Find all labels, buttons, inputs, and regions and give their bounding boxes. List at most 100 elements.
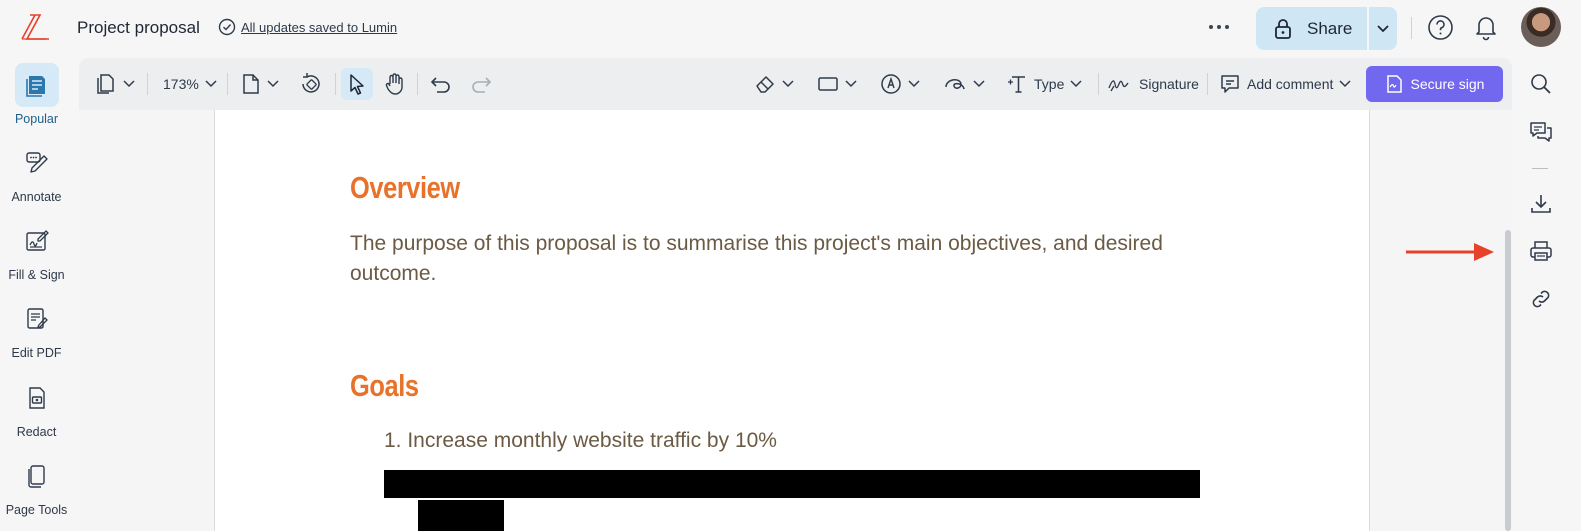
document-menu-button[interactable] bbox=[95, 68, 135, 100]
chevron-down-icon bbox=[205, 80, 217, 88]
more-icon bbox=[1209, 25, 1213, 29]
fill-sign-icon bbox=[15, 219, 59, 263]
redaction-block bbox=[418, 500, 504, 531]
sidebar-item-popular[interactable]: Popular bbox=[0, 63, 73, 126]
secure-sign-button[interactable]: Secure sign bbox=[1366, 66, 1503, 102]
left-sidebar: Popular Annotate Fill & Sign Edit PDF Re… bbox=[0, 58, 79, 531]
document-icon bbox=[95, 73, 117, 95]
heading-overview: Overview bbox=[350, 170, 460, 205]
sidebar-item-label: Annotate bbox=[11, 190, 62, 204]
pan-tool-button[interactable] bbox=[384, 68, 406, 100]
document-viewer[interactable]: Overview The purpose of this proposal is… bbox=[79, 110, 1512, 531]
sidebar-item-label: Redact bbox=[16, 425, 57, 439]
lock-icon bbox=[1273, 18, 1293, 40]
annotation-arrow bbox=[1406, 240, 1496, 264]
chevron-down-icon bbox=[973, 80, 985, 88]
download-icon[interactable] bbox=[1528, 191, 1554, 217]
eraser-tool-button[interactable] bbox=[754, 68, 794, 100]
right-rail bbox=[1512, 58, 1581, 531]
freehand-tool-button[interactable] bbox=[943, 68, 985, 100]
rail-divider bbox=[1532, 168, 1548, 169]
hand-icon bbox=[384, 72, 406, 96]
annotate-icon bbox=[15, 141, 59, 185]
signature-label: Signature bbox=[1139, 76, 1199, 92]
page-view-button[interactable] bbox=[241, 68, 279, 100]
sidebar-item-page-tools[interactable]: Page Tools bbox=[0, 454, 73, 517]
rectangle-icon bbox=[817, 75, 839, 93]
freehand-icon bbox=[943, 73, 967, 95]
zoom-select[interactable]: 173% bbox=[163, 68, 217, 100]
overview-paragraph: The purpose of this proposal is to summa… bbox=[350, 232, 1163, 285]
chevron-down-icon bbox=[1339, 80, 1351, 88]
page-tools-icon bbox=[15, 454, 59, 498]
cursor-icon bbox=[347, 73, 367, 95]
toolbar: 173% Type Signature Add comment Secure s… bbox=[79, 58, 1512, 110]
redaction-block bbox=[384, 470, 1200, 498]
add-comment-label: Add comment bbox=[1247, 76, 1334, 92]
share-label: Share bbox=[1307, 18, 1353, 38]
sidebar-item-label: Edit PDF bbox=[11, 346, 62, 360]
more-options-button[interactable] bbox=[1204, 16, 1234, 38]
redo-button[interactable] bbox=[469, 68, 493, 100]
document-title[interactable]: Project proposal bbox=[77, 18, 200, 38]
signature-icon bbox=[1107, 75, 1133, 93]
share-options-button[interactable] bbox=[1369, 7, 1397, 50]
redo-icon bbox=[469, 74, 493, 94]
secure-sign-label: Secure sign bbox=[1410, 76, 1485, 92]
sidebar-item-label: Page Tools bbox=[5, 503, 68, 517]
toolbar-divider bbox=[147, 73, 148, 95]
link-icon[interactable] bbox=[1528, 286, 1554, 312]
sidebar-item-redact[interactable]: Redact bbox=[0, 376, 73, 439]
save-status[interactable]: All updates saved to Lumin bbox=[218, 18, 397, 36]
lumin-logo-icon[interactable] bbox=[18, 12, 52, 44]
avatar[interactable] bbox=[1521, 7, 1561, 47]
add-comment-button[interactable]: Add comment bbox=[1219, 68, 1351, 100]
undo-icon bbox=[429, 74, 453, 94]
scrollbar-thumb[interactable] bbox=[1505, 230, 1511, 531]
select-tool-button[interactable] bbox=[341, 68, 373, 100]
chevron-down-icon bbox=[782, 80, 794, 88]
divider bbox=[1411, 17, 1412, 39]
print-icon[interactable] bbox=[1528, 238, 1554, 264]
signature-button[interactable]: Signature bbox=[1107, 68, 1199, 100]
save-status-text[interactable]: All updates saved to Lumin bbox=[241, 20, 397, 35]
sidebar-item-edit-pdf[interactable]: Edit PDF bbox=[0, 297, 73, 360]
chevron-down-icon bbox=[845, 80, 857, 88]
chevron-down-icon bbox=[123, 80, 135, 88]
shape-tool-button[interactable] bbox=[817, 68, 857, 100]
popular-icon bbox=[14, 63, 59, 107]
toolbar-divider bbox=[335, 73, 336, 95]
toolbar-divider bbox=[1207, 73, 1208, 95]
zoom-level: 173% bbox=[163, 76, 199, 92]
toolbar-divider bbox=[417, 73, 418, 95]
comments-icon[interactable] bbox=[1528, 119, 1554, 145]
rotate-icon bbox=[299, 72, 323, 96]
redact-icon bbox=[15, 376, 59, 420]
heading-goals: Goals bbox=[350, 368, 419, 403]
undo-button[interactable] bbox=[429, 68, 453, 100]
sidebar-item-fill-sign[interactable]: Fill & Sign bbox=[0, 219, 73, 282]
stamp-tool-button[interactable] bbox=[880, 68, 920, 100]
type-tool-button[interactable]: Type bbox=[1006, 68, 1082, 100]
search-icon[interactable] bbox=[1528, 71, 1554, 97]
toolbar-divider bbox=[227, 73, 228, 95]
stamp-icon bbox=[880, 73, 902, 95]
sidebar-item-label: Fill & Sign bbox=[8, 268, 65, 282]
check-circle-icon bbox=[218, 18, 236, 36]
goal-item-1: 1. Increase monthly website traffic by 1… bbox=[384, 429, 777, 452]
add-comment-icon bbox=[1219, 73, 1241, 95]
document-page[interactable]: Overview The purpose of this proposal is… bbox=[214, 110, 1370, 531]
top-bar: Project proposal All updates saved to Lu… bbox=[0, 0, 1581, 58]
help-icon[interactable] bbox=[1427, 14, 1454, 41]
bell-icon[interactable] bbox=[1473, 13, 1499, 41]
sidebar-item-annotate[interactable]: Annotate bbox=[0, 141, 73, 204]
chevron-down-icon bbox=[1070, 80, 1082, 88]
secure-sign-icon bbox=[1385, 74, 1403, 94]
page-icon bbox=[241, 73, 261, 95]
rotate-button[interactable] bbox=[299, 68, 323, 100]
chevron-down-icon bbox=[267, 80, 279, 88]
text-icon bbox=[1006, 73, 1028, 95]
eraser-icon bbox=[754, 73, 776, 95]
chevron-down-icon bbox=[1376, 24, 1390, 34]
share-button[interactable]: Share bbox=[1256, 7, 1367, 50]
